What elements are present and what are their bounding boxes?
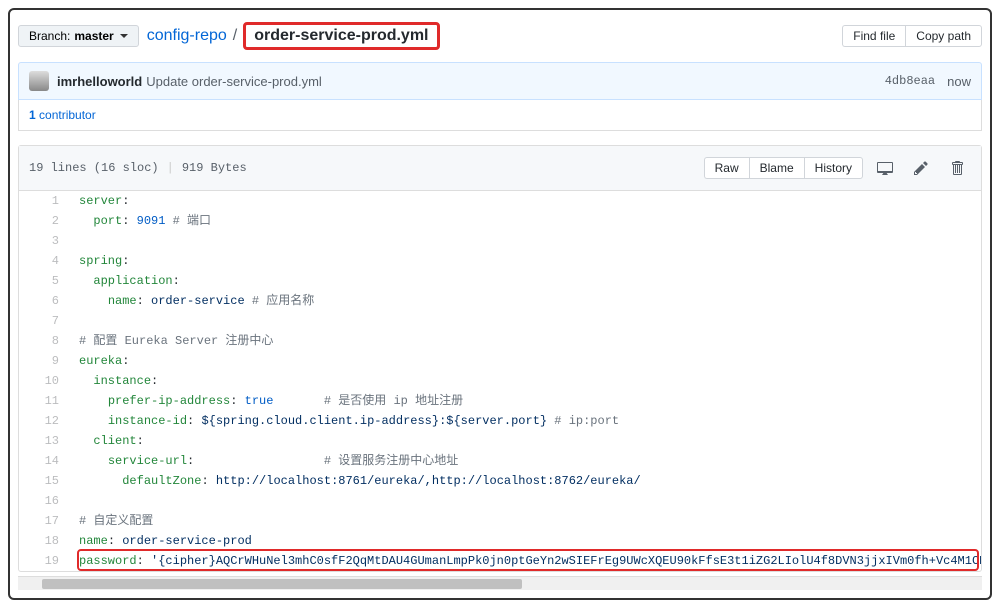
branch-label: Branch: [29, 29, 70, 43]
file-box: 19 lines (16 sloc) | 919 Bytes Raw Blame… [18, 145, 982, 572]
line-number[interactable]: 13 [19, 431, 69, 451]
line-content: prefer-ip-address: true # 是否使用 ip 地址注册 [69, 391, 981, 411]
line-content: name: order-service # 应用名称 [69, 291, 981, 311]
line-number[interactable]: 17 [19, 511, 69, 531]
pencil-icon[interactable] [907, 154, 935, 182]
code-line: 2 port: 9091 # 端口 [19, 211, 981, 231]
code-line: 3 [19, 231, 981, 251]
line-number[interactable]: 11 [19, 391, 69, 411]
line-number[interactable]: 15 [19, 471, 69, 491]
line-number[interactable]: 4 [19, 251, 69, 271]
line-content: instance-id: ${spring.cloud.client.ip-ad… [69, 411, 981, 431]
code-line: 17# 自定义配置 [19, 511, 981, 531]
line-number[interactable]: 14 [19, 451, 69, 471]
line-number[interactable]: 8 [19, 331, 69, 351]
branch-name: master [74, 29, 113, 43]
commit-sha[interactable]: 4db8eaa [885, 74, 935, 88]
line-number[interactable]: 6 [19, 291, 69, 311]
line-number[interactable]: 7 [19, 311, 69, 331]
line-number[interactable]: 10 [19, 371, 69, 391]
code-line: 14 service-url: # 设置服务注册中心地址 [19, 451, 981, 471]
line-number[interactable]: 1 [19, 191, 69, 211]
code-line: 4spring: [19, 251, 981, 271]
file-lines-info: 19 lines (16 sloc) [29, 161, 159, 175]
desktop-icon[interactable] [871, 154, 899, 182]
file-size-info: 919 Bytes [182, 161, 247, 175]
line-number[interactable]: 18 [19, 531, 69, 551]
line-number[interactable]: 12 [19, 411, 69, 431]
code-line: 7 [19, 311, 981, 331]
commit-tease: imrhelloworld Update order-service-prod.… [18, 62, 982, 100]
line-content: client: [69, 431, 981, 451]
history-button[interactable]: History [804, 157, 863, 179]
breadcrumb: config-repo / order-service-prod.yml [147, 22, 440, 50]
line-content: service-url: # 设置服务注册中心地址 [69, 451, 981, 471]
code-line: 15 defaultZone: http://localhost:8761/eu… [19, 471, 981, 491]
line-content: spring: [69, 251, 981, 271]
code-line: 13 client: [19, 431, 981, 451]
line-number[interactable]: 16 [19, 491, 69, 511]
code-line: 18name: order-service-prod [19, 531, 981, 551]
trash-icon[interactable] [943, 154, 971, 182]
code-line: 11 prefer-ip-address: true # 是否使用 ip 地址注… [19, 391, 981, 411]
code-line: 6 name: order-service # 应用名称 [19, 291, 981, 311]
line-content: # 自定义配置 [69, 511, 981, 531]
blame-button[interactable]: Blame [749, 157, 804, 179]
breadcrumb-repo-link[interactable]: config-repo [147, 27, 227, 45]
line-number[interactable]: 19 [19, 551, 69, 571]
branch-select-button[interactable]: Branch: master [18, 25, 139, 47]
line-content: instance: [69, 371, 981, 391]
commit-time: now [947, 74, 971, 89]
contributors-link[interactable]: 1 contributor [29, 108, 96, 122]
avatar[interactable] [29, 71, 49, 91]
line-content: password: '{cipher}AQCrWHuNel3mhC0sfF2Qq… [69, 551, 981, 571]
line-content [69, 231, 981, 251]
code-line: 10 instance: [19, 371, 981, 391]
find-file-button[interactable]: Find file [842, 25, 905, 47]
line-number[interactable]: 3 [19, 231, 69, 251]
chevron-down-icon [120, 34, 128, 38]
line-content: application: [69, 271, 981, 291]
line-content: eureka: [69, 351, 981, 371]
code-line: 9eureka: [19, 351, 981, 371]
line-content: name: order-service-prod [69, 531, 981, 551]
code-line: 1server: [19, 191, 981, 211]
line-content [69, 491, 981, 511]
line-number[interactable]: 2 [19, 211, 69, 231]
breadcrumb-current-file: order-service-prod.yml [243, 22, 439, 50]
line-number[interactable]: 9 [19, 351, 69, 371]
code-line: 12 instance-id: ${spring.cloud.client.ip… [19, 411, 981, 431]
line-content [69, 311, 981, 331]
raw-button[interactable]: Raw [704, 157, 749, 179]
file-header: 19 lines (16 sloc) | 919 Bytes Raw Blame… [19, 146, 981, 191]
code-line: 16 [19, 491, 981, 511]
file-nav: Branch: master config-repo / order-servi… [18, 18, 982, 62]
code-area: 1server:2 port: 9091 # 端口34spring:5 appl… [19, 191, 981, 571]
scrollbar-thumb[interactable] [42, 579, 522, 589]
horizontal-scrollbar[interactable] [18, 576, 982, 590]
breadcrumb-separator: / [229, 27, 241, 45]
copy-path-button[interactable]: Copy path [905, 25, 982, 47]
line-number[interactable]: 5 [19, 271, 69, 291]
code-line: 19password: '{cipher}AQCrWHuNel3mhC0sfF2… [19, 551, 981, 571]
line-content: port: 9091 # 端口 [69, 211, 981, 231]
commit-message[interactable]: Update order-service-prod.yml [146, 74, 322, 89]
line-content: # 配置 Eureka Server 注册中心 [69, 331, 981, 351]
contributors-bar: 1 contributor [18, 100, 982, 131]
commit-author[interactable]: imrhelloworld [57, 74, 142, 89]
code-line: 8# 配置 Eureka Server 注册中心 [19, 331, 981, 351]
line-content: defaultZone: http://localhost:8761/eurek… [69, 471, 981, 491]
line-content: server: [69, 191, 981, 211]
code-line: 5 application: [19, 271, 981, 291]
